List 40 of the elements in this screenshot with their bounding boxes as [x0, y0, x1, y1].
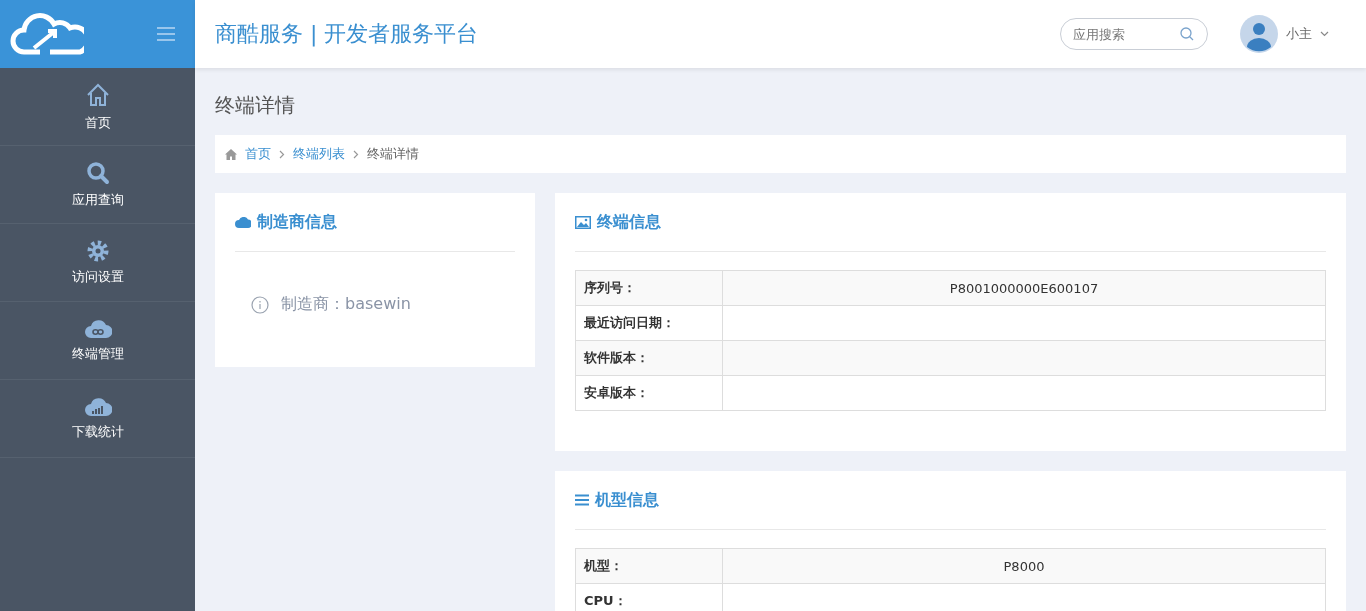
- menu-icon[interactable]: [157, 27, 175, 41]
- breadcrumb-current-page: 终端详情: [367, 145, 419, 163]
- search-field[interactable]: 应用搜索: [1060, 18, 1208, 50]
- image-icon: [575, 215, 591, 229]
- search-icon[interactable]: [1180, 27, 1194, 41]
- chevron-icon: [353, 149, 359, 159]
- settings-icon: [86, 239, 109, 262]
- cloud-chart-icon: [83, 396, 112, 417]
- caret-icon[interactable]: [1320, 31, 1329, 37]
- avatar-icon[interactable]: [1240, 15, 1278, 53]
- home-icon: [225, 148, 237, 160]
- user-name[interactable]: 小主: [1286, 25, 1312, 43]
- search-icon: [85, 160, 110, 185]
- info-icon: [251, 295, 269, 314]
- sidebar-item[interactable]: 首页: [0, 68, 195, 146]
- sidebar-item[interactable]: 下载统计: [0, 380, 195, 458]
- breadcrumb-link[interactable]: 首页: [245, 145, 271, 163]
- manufacturer-text: 制造商：basewin: [281, 294, 411, 315]
- field-label: 安卓版本：: [575, 375, 723, 411]
- breadcrumb-link[interactable]: 终端列表: [293, 145, 345, 163]
- card-title: 机型信息: [595, 489, 659, 511]
- field-value: P8001000000E600107: [722, 270, 1326, 306]
- sidebar-item[interactable]: 应用查询: [0, 146, 195, 224]
- cloud-icon: [235, 216, 251, 228]
- field-label: 序列号：: [575, 270, 723, 306]
- card-title: 制造商信息: [257, 211, 337, 233]
- cloud-logo-icon: [10, 12, 84, 56]
- sidebar-item[interactable]: 访问设置: [0, 224, 195, 302]
- field-label: CPU：: [575, 583, 723, 611]
- field-label: 软件版本：: [575, 340, 723, 376]
- field-label: 最近访问日期：: [575, 305, 723, 341]
- page-title: 终端详情: [215, 92, 296, 119]
- chevron-icon: [279, 149, 285, 159]
- brand-title: 商酷服务 | 开发者服务平台: [215, 20, 480, 49]
- field-value: P8000: [722, 548, 1326, 584]
- sidebar-item[interactable]: 终端管理: [0, 302, 195, 380]
- card-title: 终端信息: [597, 211, 661, 233]
- field-label: 机型：: [575, 548, 723, 584]
- cloud-icon: [83, 318, 112, 339]
- list-icon: [575, 494, 589, 506]
